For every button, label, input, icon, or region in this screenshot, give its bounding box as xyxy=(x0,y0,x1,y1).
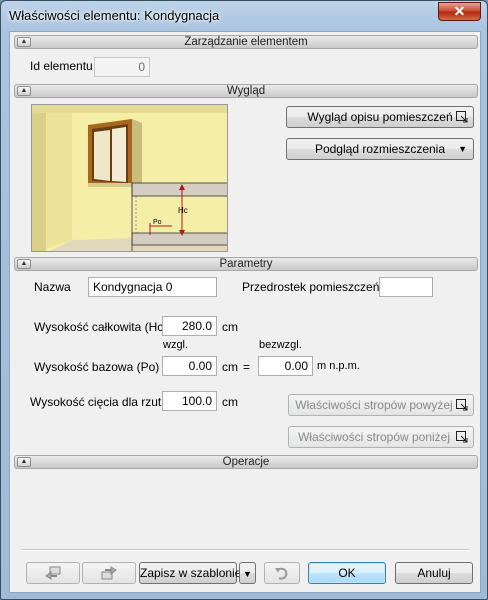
equals-sign: = xyxy=(243,360,251,374)
base-height-label: Wysokość bazowa (Po) xyxy=(34,360,160,374)
dialog-client-area: ▲ Zarządzanie elementem Id elementu 0 ▲ … xyxy=(9,31,481,593)
layout-preview-dropdown[interactable]: Podgląd rozmieszczenia ▼ xyxy=(286,138,474,160)
absolute-label: bezwzgl. xyxy=(259,339,302,351)
ceiling-above-label: Właściwości stropów powyżej xyxy=(295,398,453,412)
total-height-label: Wysokość całkowita (Hc) xyxy=(34,320,168,334)
open-dialog-icon xyxy=(456,431,468,443)
save-to-template-button[interactable]: Zapisz w szablonie xyxy=(139,562,241,584)
base-height-unit: cm xyxy=(222,360,238,374)
total-height-input[interactable]: 280.0 xyxy=(162,316,217,336)
relative-label: wzgl. xyxy=(163,339,189,351)
window-title: Właściwości elementu: Kondygnacja xyxy=(9,8,220,23)
undo-button[interactable] xyxy=(264,562,300,584)
storey-preview-image: Hc Po xyxy=(31,104,228,252)
room-prefix-label: Przedrostek pomieszczeń xyxy=(242,280,380,294)
layout-preview-label: Podgląd rozmieszczenia xyxy=(314,142,446,156)
room-description-appearance-button[interactable]: Wygląd opisu pomieszczeń xyxy=(286,106,474,128)
next-element-button[interactable] xyxy=(82,562,136,584)
arrow-left-icon xyxy=(45,566,61,580)
diagram-hc-label: Hc xyxy=(178,206,188,215)
diagram-po-label: Po xyxy=(153,219,162,226)
ceiling-above-properties-button[interactable]: Właściwości stropów powyżej xyxy=(288,394,474,416)
absolute-height-unit: m n.p.m. xyxy=(317,360,360,372)
id-field: 0 xyxy=(94,57,150,77)
footer-separator xyxy=(22,549,470,551)
room-prefix-input[interactable] xyxy=(379,277,433,297)
ceiling-below-properties-button[interactable]: Właściwości stropów poniżej xyxy=(288,426,474,448)
ceiling-below-label: Właściwości stropów poniżej xyxy=(297,430,451,444)
cancel-button[interactable]: Anuluj xyxy=(395,562,473,584)
section-operations-label: Operacje xyxy=(222,456,270,468)
section-parameters[interactable]: ▲ Parametry xyxy=(14,257,478,271)
save-to-template-label: Zapisz w szablonie xyxy=(140,566,242,580)
cut-height-unit: cm xyxy=(222,395,238,409)
dropdown-arrow-icon: ▼ xyxy=(243,569,252,579)
ok-label: OK xyxy=(338,566,356,580)
total-height-unit: cm xyxy=(222,320,238,334)
dialog-window: Właściwości elementu: Kondygnacja ✕ ▲ Za… xyxy=(0,0,488,600)
room-description-appearance-label: Wygląd opisu pomieszczeń xyxy=(307,110,453,124)
section-management-label: Zarządzanie elementem xyxy=(184,36,308,48)
absolute-height-input[interactable]: 0.00 xyxy=(258,356,313,376)
cut-height-input[interactable]: 100.0 xyxy=(162,391,217,411)
id-label: Id elementu xyxy=(30,59,93,73)
section-parameters-label: Parametry xyxy=(219,258,273,270)
previous-element-button[interactable] xyxy=(26,562,80,584)
cut-height-label: Wysokość cięcia dla rzutu xyxy=(30,395,168,409)
save-template-dropdown-button[interactable]: ▼ xyxy=(239,562,256,584)
section-operations[interactable]: ▲ Operacje xyxy=(14,455,478,469)
dropdown-arrow-icon: ▼ xyxy=(458,144,467,154)
section-appearance-label: Wygląd xyxy=(226,85,266,97)
name-input[interactable]: Kondygnacja 0 xyxy=(88,277,217,297)
cancel-label: Anuluj xyxy=(417,566,451,580)
title-bar[interactable]: Właściwości elementu: Kondygnacja ✕ xyxy=(1,1,487,31)
arrow-right-icon xyxy=(101,566,117,580)
open-dialog-icon xyxy=(456,111,468,123)
storey-diagram: Hc Po xyxy=(32,105,227,251)
base-height-input[interactable]: 0.00 xyxy=(162,356,217,376)
name-label: Nazwa xyxy=(34,280,71,294)
open-dialog-icon xyxy=(456,399,468,411)
section-management[interactable]: ▲ Zarządzanie elementem xyxy=(14,35,478,49)
undo-icon xyxy=(275,567,288,580)
close-button[interactable]: ✕ xyxy=(438,2,481,21)
section-appearance[interactable]: ▲ Wygląd xyxy=(14,84,478,98)
ok-button[interactable]: OK xyxy=(308,562,386,584)
